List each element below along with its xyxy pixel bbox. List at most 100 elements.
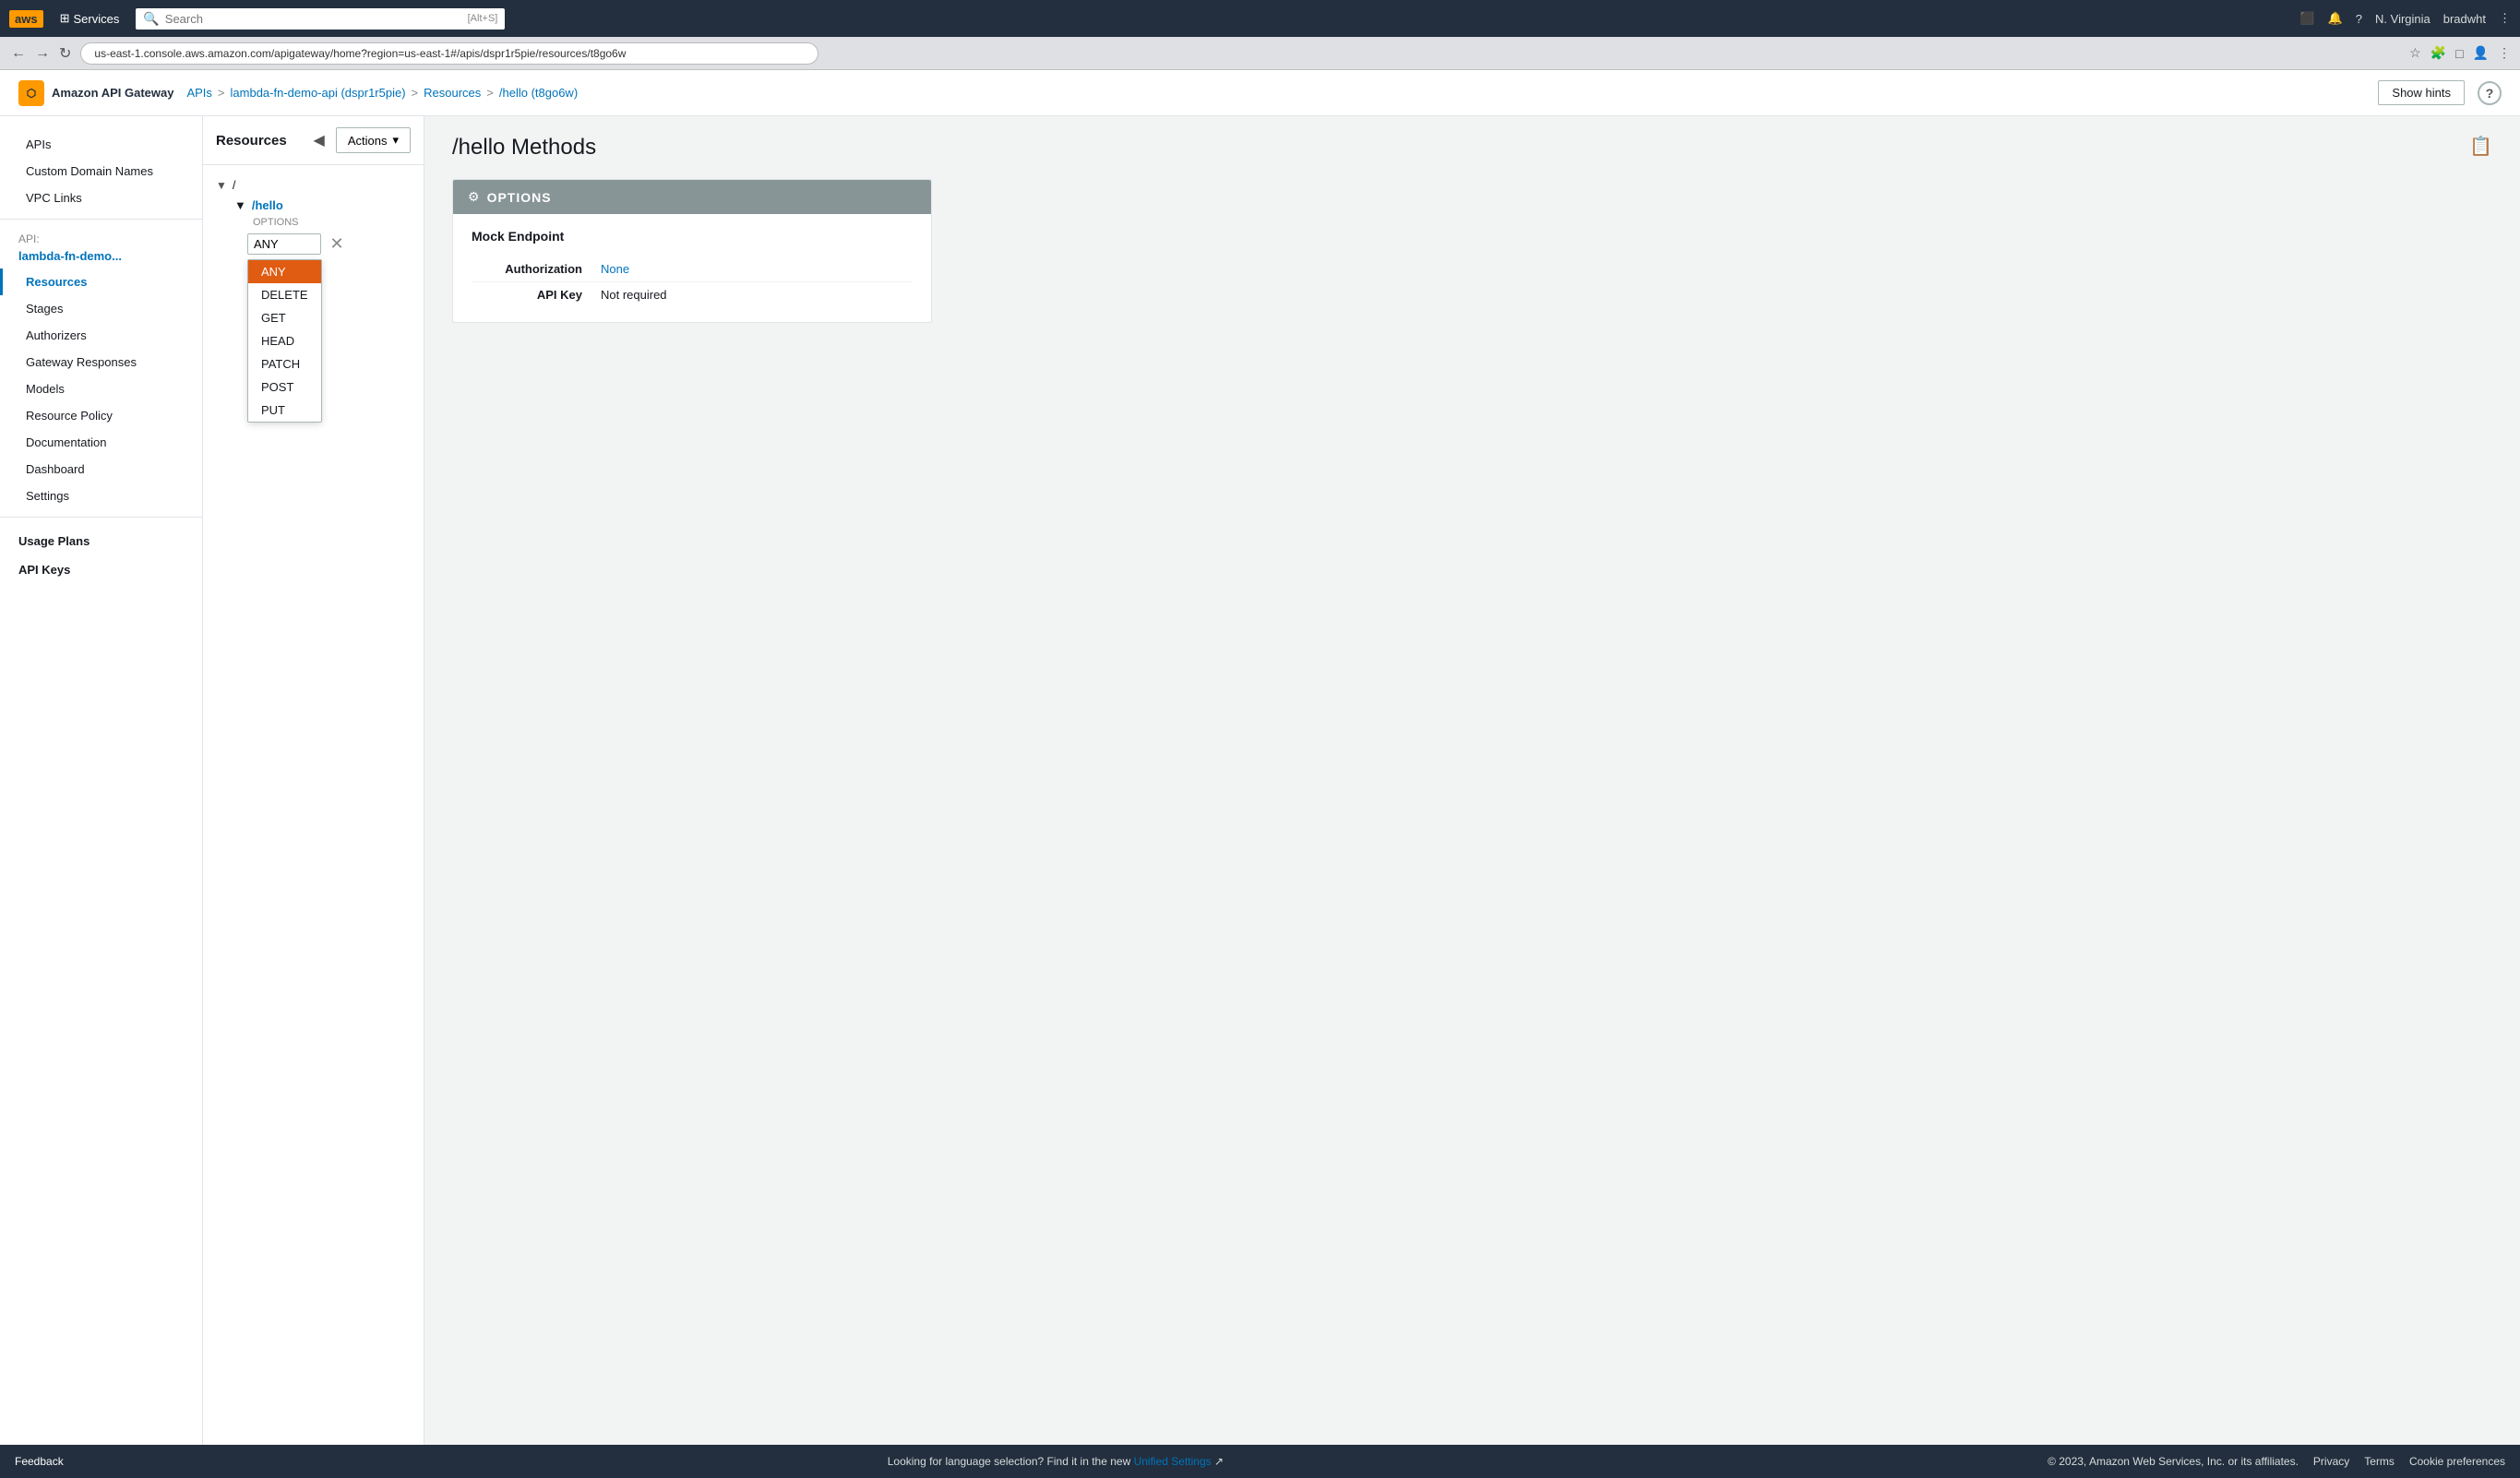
browser-bar: ← → ↻ us-east-1.console.aws.amazon.com/a… [0, 37, 2520, 70]
terms-link[interactable]: Terms [2364, 1455, 2395, 1468]
show-hints-button[interactable]: Show hints [2378, 80, 2465, 105]
user-menu[interactable]: bradwht [2443, 12, 2486, 26]
dropdown-item-post[interactable]: POST [248, 375, 321, 399]
options-card: ⚙ OPTIONS Mock Endpoint Authorization No… [452, 179, 932, 323]
search-bar[interactable]: 🔍 [Alt+S] [136, 8, 505, 30]
sidebar-item-apis[interactable]: APIs [0, 131, 202, 158]
secondary-navigation: ⬡ Amazon API Gateway APIs > lambda-fn-de… [0, 70, 2520, 116]
breadcrumb-resources[interactable]: Resources [424, 86, 481, 100]
api-key-row: API Key Not required [472, 282, 913, 307]
dropdown-item-delete[interactable]: DELETE [248, 283, 321, 306]
dropdown-item-patch[interactable]: PATCH [248, 352, 321, 375]
menu-icon[interactable]: ⋮ [2498, 45, 2511, 61]
services-button[interactable]: ⊞ Services [53, 7, 127, 30]
actions-chevron-icon: ▾ [392, 133, 399, 148]
forward-button[interactable]: → [33, 43, 52, 64]
extension-icon[interactable]: 🧩 [2430, 45, 2446, 61]
method-selector-area: ANY DELETE GET HEAD PATCH POST PUT ✕ [247, 233, 347, 255]
separator-1: > [218, 86, 225, 100]
region-selector[interactable]: N. Virginia [2375, 12, 2430, 26]
tree-expand-icon: ▼ [216, 179, 227, 192]
notebook-icon[interactable]: 📋 [2469, 135, 2492, 158]
options-method-label: OPTIONS [253, 215, 347, 230]
sidebar-item-vpc-links[interactable]: VPC Links [0, 185, 202, 211]
more-menu-icon[interactable]: ⋮ [2499, 11, 2511, 26]
browser-icons: ☆ 🧩 □ 👤 ⋮ [2409, 45, 2511, 61]
sidebar-item-custom-domain[interactable]: Custom Domain Names [0, 158, 202, 185]
sidebar-item-settings[interactable]: Settings [0, 483, 202, 509]
sidebar-item-dashboard[interactable]: Dashboard [0, 456, 202, 483]
api-keys-title[interactable]: API Keys [0, 554, 202, 582]
api-label: API: [0, 227, 202, 247]
actions-button[interactable]: Actions ▾ [336, 127, 411, 153]
page-title: /hello Methods [452, 135, 2492, 161]
authorization-label: Authorization [472, 262, 582, 276]
search-input[interactable] [165, 12, 462, 26]
sidebar-item-resource-policy[interactable]: Resource Policy [0, 402, 202, 429]
cookie-preferences-link[interactable]: Cookie preferences [2409, 1455, 2505, 1468]
search-icon: 🔍 [143, 11, 159, 27]
url-bar[interactable]: us-east-1.console.aws.amazon.com/apigate… [80, 42, 818, 65]
middle-panel: Resources ◀ Actions ▾ ▼ / ▼ /hello OPTIO… [203, 116, 424, 1445]
search-shortcut: [Alt+S] [468, 13, 498, 24]
profile-icon[interactable]: 👤 [2473, 45, 2489, 61]
sidebar-item-stages[interactable]: Stages [0, 295, 202, 322]
collapse-panel-button[interactable]: ◀ [312, 129, 327, 151]
separator-3: > [486, 86, 494, 100]
back-button[interactable]: ← [9, 43, 28, 64]
sidebar-item-authorizers[interactable]: Authorizers [0, 322, 202, 349]
refresh-button[interactable]: ↻ [57, 42, 73, 65]
help-icon[interactable]: ? [2356, 12, 2362, 26]
window-controls: □ [2455, 46, 2463, 61]
middle-header: Resources ◀ Actions ▾ [203, 116, 424, 165]
mock-endpoint-label: Mock Endpoint [472, 229, 913, 244]
unified-settings-text: Looking for language selection? Find it … [888, 1455, 1134, 1468]
bottom-bar-right: © 2023, Amazon Web Services, Inc. or its… [2048, 1455, 2505, 1468]
app-name: Amazon API Gateway [52, 86, 173, 100]
sidebar-divider-1 [0, 219, 202, 220]
sidebar-item-documentation[interactable]: Documentation [0, 429, 202, 456]
api-name: lambda-fn-demo... [0, 247, 202, 268]
tree-root-row[interactable]: ▼ / [216, 174, 236, 196]
bookmark-icon[interactable]: ☆ [2409, 45, 2421, 61]
tree-hello-row[interactable]: ▼ /hello [234, 196, 347, 215]
feedback-link[interactable]: Feedback [15, 1455, 64, 1468]
copyright-text: © 2023, Amazon Web Services, Inc. or its… [2048, 1455, 2299, 1468]
dropdown-item-put[interactable]: PUT [248, 399, 321, 422]
sidebar-item-gateway-responses[interactable]: Gateway Responses [0, 349, 202, 375]
help-circle-icon[interactable]: ? [2478, 81, 2502, 105]
notifications-icon[interactable]: 🔔 [2328, 11, 2343, 26]
breadcrumb-api-name[interactable]: lambda-fn-demo-api (dspr1r5pie) [231, 86, 406, 100]
usage-plans-title[interactable]: Usage Plans [0, 525, 202, 554]
bottom-bar-middle-text: Looking for language selection? Find it … [82, 1455, 2029, 1468]
method-add-button[interactable]: ✕ [327, 234, 347, 255]
dropdown-item-get[interactable]: GET [248, 306, 321, 329]
sidebar-item-models[interactable]: Models [0, 375, 202, 402]
privacy-link[interactable]: Privacy [2313, 1455, 2349, 1468]
top-navigation: aws ⊞ Services 🔍 [Alt+S] ⬛ 🔔 ? N. Virgin… [0, 0, 2520, 37]
main-wrapper: APIs Custom Domain Names VPC Links API: … [0, 116, 2520, 1445]
actions-label: Actions [348, 134, 388, 148]
api-key-value: Not required [601, 288, 667, 302]
api-key-label: API Key [472, 288, 582, 302]
terminal-icon[interactable]: ⬛ [2299, 11, 2314, 26]
dropdown-item-any[interactable]: ANY [248, 260, 321, 283]
resources-tree: ▼ / ▼ /hello OPTIONS ANY DELETE [203, 165, 424, 1445]
breadcrumb-current: /hello (t8go6w) [499, 86, 578, 100]
method-select-dropdown[interactable]: ANY DELETE GET HEAD PATCH POST PUT [247, 233, 321, 255]
browser-controls: ← → ↻ [9, 42, 73, 65]
sidebar-item-resources[interactable]: Resources [0, 268, 202, 295]
aws-logo: aws [9, 10, 43, 28]
separator-2: > [412, 86, 419, 100]
options-card-header: ⚙ OPTIONS [453, 180, 931, 214]
sidebar-divider-2 [0, 517, 202, 518]
logo-icon: ⬡ [18, 80, 44, 106]
tree-hello-item: ▼ /hello OPTIONS ANY DELETE GET HEAD [234, 196, 347, 255]
breadcrumb-apis[interactable]: APIs [186, 86, 211, 100]
unified-settings-link[interactable]: Unified Settings [1134, 1455, 1212, 1468]
breadcrumb: APIs > lambda-fn-demo-api (dspr1r5pie) >… [186, 86, 2365, 100]
app-logo: ⬡ Amazon API Gateway [18, 80, 173, 106]
dropdown-item-head[interactable]: HEAD [248, 329, 321, 352]
resources-panel-title: Resources [216, 133, 303, 149]
authorization-row: Authorization None [472, 256, 913, 282]
